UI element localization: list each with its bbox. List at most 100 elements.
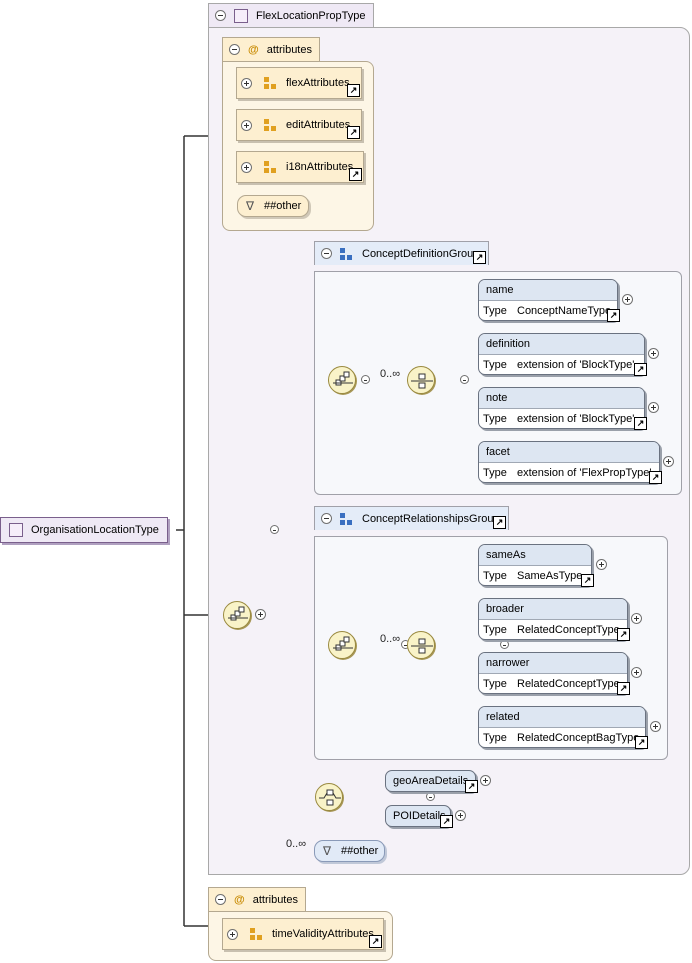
expand-icon[interactable] [663, 456, 674, 467]
element-POIDetails[interactable]: POIDetails [385, 805, 453, 828]
choice-compositor[interactable] [315, 783, 343, 811]
element-broader[interactable]: broader Type RelatedConceptType [478, 598, 630, 641]
attributes-label: attributes [252, 893, 298, 906]
reference-arrow-icon[interactable] [635, 736, 648, 749]
type-value: RelatedConceptType [517, 624, 620, 636]
root-label: OrganisationLocationType [31, 524, 159, 536]
any-element-icon: ∇ [323, 844, 332, 858]
complex-type-icon [234, 8, 248, 23]
any-element-label: ##other [341, 845, 379, 857]
attribute-group-ref[interactable]: editAttributes [236, 109, 362, 141]
element-label: name [479, 280, 617, 300]
reference-arrow-icon[interactable] [581, 574, 594, 587]
root-attributes-tab[interactable]: @ attributes [208, 887, 306, 911]
flex-type-label: FlexLocationPropType [256, 9, 366, 22]
attributes-tab[interactable]: @ attributes [222, 37, 320, 61]
expand-icon[interactable] [650, 721, 661, 732]
expand-icon[interactable] [241, 77, 252, 89]
reference-arrow-icon[interactable] [473, 251, 486, 264]
attribute-at-icon: @ [234, 893, 245, 906]
group-label: ConceptDefinitionGroup [362, 247, 480, 260]
collapse-icon[interactable] [215, 894, 226, 905]
sequence-compositor[interactable] [407, 631, 435, 659]
type-value: extension of 'FlexPropType' [517, 467, 652, 479]
collapse-icon[interactable] [215, 10, 226, 21]
expand-icon[interactable] [631, 667, 642, 678]
type-label: Type [483, 570, 507, 582]
reference-arrow-icon[interactable] [465, 780, 478, 793]
reference-arrow-icon[interactable] [349, 168, 362, 181]
reference-arrow-icon[interactable] [634, 417, 647, 430]
attribute-group-icon [250, 928, 262, 940]
collapse-icon[interactable] [321, 248, 332, 259]
expand-icon[interactable] [622, 294, 633, 305]
flex-type-tab[interactable]: FlexLocationPropType [208, 3, 374, 27]
type-value: RelatedConceptBagType [517, 732, 640, 744]
element-name[interactable]: name Type ConceptNameType [478, 279, 620, 322]
sequence-compositor[interactable] [223, 601, 251, 629]
reference-arrow-icon[interactable] [617, 628, 630, 641]
element-narrower[interactable]: narrower Type RelatedConceptType [478, 652, 630, 695]
expand-icon[interactable] [455, 810, 466, 821]
element-label: geoAreaDetails [393, 775, 469, 787]
type-label: Type [483, 467, 507, 479]
expand-icon[interactable] [648, 348, 659, 359]
occurrence-label: 0..∞ [286, 838, 307, 850]
collapse-icon[interactable] [255, 609, 266, 620]
type-label: Type [483, 678, 507, 690]
collapse-icon[interactable] [321, 513, 332, 524]
attribute-group-label: editAttributes [286, 119, 351, 131]
expand-icon[interactable] [227, 928, 238, 940]
any-element[interactable]: ∇ ##other [314, 840, 385, 862]
concept-definition-group-tab[interactable]: ConceptDefinitionGroup [314, 241, 489, 265]
element-definition[interactable]: definition Type extension of 'BlockType' [478, 333, 647, 376]
reference-arrow-icon[interactable] [440, 815, 453, 828]
element-label: POIDetails [393, 810, 446, 822]
attribute-group-label: i18nAttributes [286, 161, 354, 173]
attribute-group-ref[interactable]: timeValidityAttributes [222, 918, 384, 950]
concept-relationships-group-tab[interactable]: ConceptRelationshipsGroup [314, 506, 509, 530]
expand-icon[interactable] [631, 613, 642, 624]
attribute-group-icon [264, 119, 276, 131]
type-label: Type [483, 359, 507, 371]
reference-arrow-icon[interactable] [493, 516, 506, 529]
element-sameAs[interactable]: sameAs Type SameAsType [478, 544, 594, 587]
element-label: sameAs [479, 545, 591, 565]
expand-icon[interactable] [241, 119, 252, 131]
reference-arrow-icon[interactable] [607, 309, 620, 322]
collapse-icon[interactable] [361, 375, 370, 384]
element-geoAreaDetails[interactable]: geoAreaDetails [385, 770, 478, 793]
model-group-icon [340, 512, 352, 525]
collapse-icon[interactable] [460, 375, 470, 384]
type-value: extension of 'BlockType' [517, 413, 635, 425]
attribute-group-icon [264, 77, 276, 89]
sequence-compositor[interactable] [328, 366, 356, 394]
reference-arrow-icon[interactable] [617, 682, 630, 695]
type-label: Type [483, 305, 507, 317]
element-related[interactable]: related Type RelatedConceptBagType [478, 706, 648, 749]
collapse-icon[interactable] [229, 44, 240, 55]
any-attribute[interactable]: ∇ ##other [237, 195, 309, 217]
occurrence-label: 0..∞ [380, 368, 401, 380]
expand-icon[interactable] [648, 402, 659, 413]
expand-icon[interactable] [596, 559, 607, 570]
reference-arrow-icon[interactable] [369, 935, 382, 948]
reference-arrow-icon[interactable] [649, 471, 662, 484]
reference-arrow-icon[interactable] [347, 126, 360, 139]
element-facet[interactable]: facet Type extension of 'FlexPropType' [478, 441, 662, 484]
root-complex-type[interactable]: OrganisationLocationType [0, 517, 168, 543]
attribute-group-ref[interactable]: i18nAttributes [236, 151, 364, 183]
reference-arrow-icon[interactable] [347, 84, 360, 97]
type-label: Type [483, 624, 507, 636]
element-label: facet [479, 442, 659, 462]
complex-type-icon [9, 523, 23, 537]
type-value: RelatedConceptType [517, 678, 620, 690]
sequence-compositor[interactable] [407, 366, 435, 394]
attribute-group-ref[interactable]: flexAttributes [236, 67, 362, 99]
element-note[interactable]: note Type extension of 'BlockType' [478, 387, 647, 430]
expand-icon[interactable] [241, 161, 252, 173]
sequence-compositor[interactable] [328, 631, 356, 659]
attribute-group-icon [264, 161, 276, 173]
reference-arrow-icon[interactable] [634, 363, 647, 376]
expand-icon[interactable] [480, 775, 491, 786]
